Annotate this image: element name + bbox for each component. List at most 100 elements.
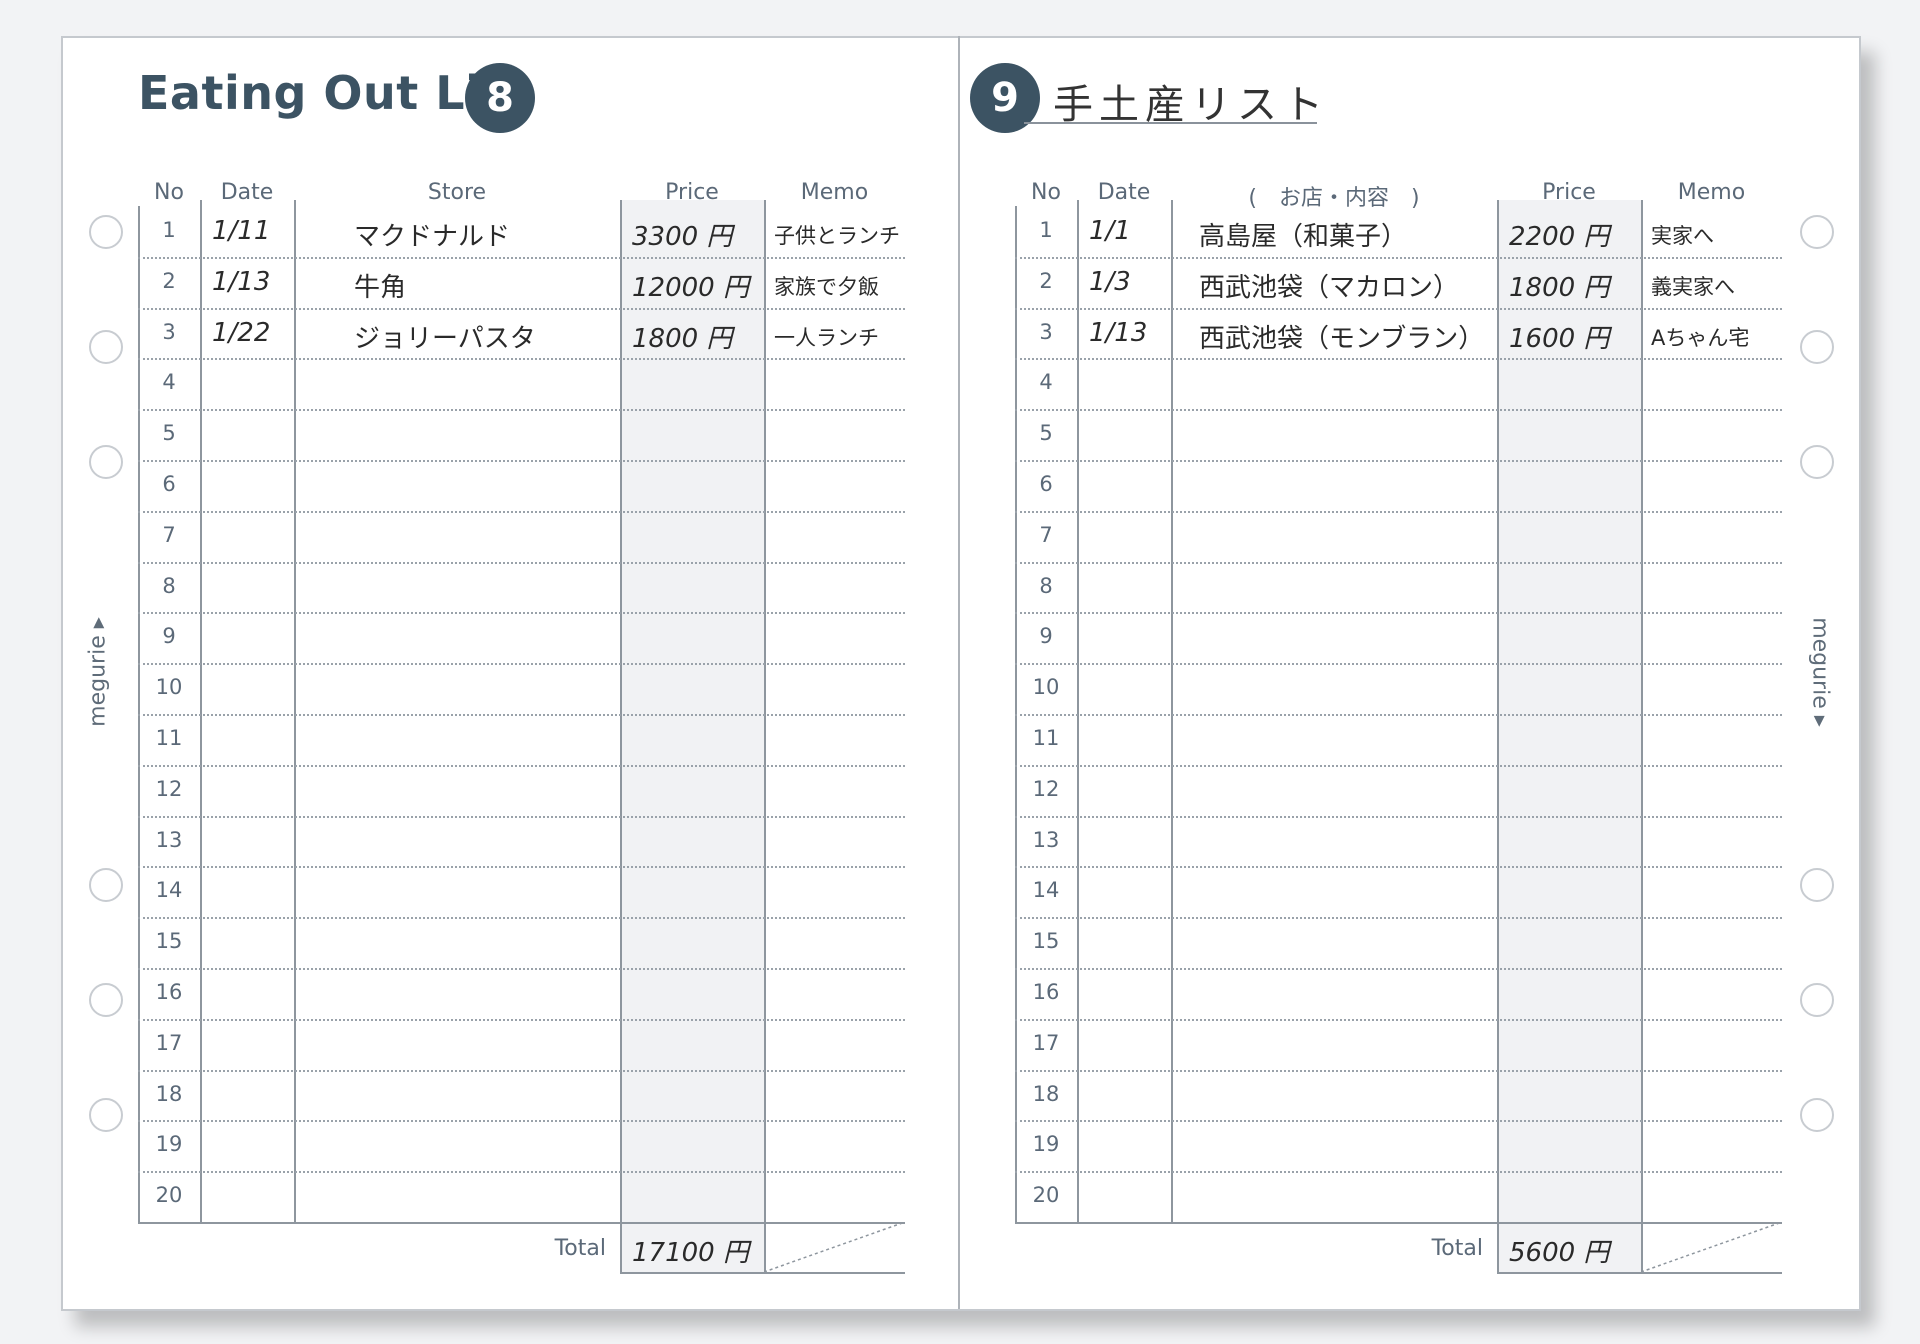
row-number: 5 [162, 421, 176, 446]
row-number: 13 [155, 827, 183, 852]
row-number: 3 [1039, 319, 1053, 344]
binder-hole [1800, 1098, 1834, 1132]
total-bottom-rule [1497, 1272, 1782, 1274]
total-label: Total [1431, 1236, 1483, 1261]
entry-store[interactable]: マクドナルド [354, 216, 650, 253]
row-rule [1015, 510, 1782, 513]
header-date: Date [220, 180, 274, 205]
total-label: Total [554, 1236, 606, 1261]
row-number: 17 [1032, 1030, 1060, 1055]
row-number: 20 [155, 1183, 183, 1208]
row-number: 6 [162, 472, 176, 496]
total-cell-border [1497, 1222, 1499, 1274]
row-rule [1015, 764, 1782, 767]
total-value[interactable]: 5600 円 [1509, 1232, 1609, 1269]
row-number: 8 [162, 573, 176, 598]
row-number: 13 [1032, 827, 1060, 852]
row-rule [1015, 917, 1782, 920]
entry-date[interactable]: 1/13 [212, 267, 270, 297]
entry-price[interactable]: 1800 円 [1509, 267, 1609, 304]
row-rule [1015, 815, 1782, 818]
row-number: 9 [162, 624, 176, 649]
entry-store[interactable]: 西武池袋（マカロン） [1199, 267, 1495, 304]
header-memo: Memo [1677, 180, 1746, 205]
entry-store[interactable]: 高島屋（和菓子） [1199, 216, 1495, 253]
entry-memo[interactable]: 一人ランチ [774, 322, 879, 352]
row-rule [138, 1120, 905, 1123]
binder-hole [1800, 983, 1834, 1017]
entry-price[interactable]: 2200 円 [1509, 216, 1609, 253]
row-rule [138, 612, 905, 615]
row-rule [138, 815, 905, 818]
entry-date[interactable]: 1/13 [1089, 318, 1147, 348]
entry-date[interactable]: 1/1 [1089, 216, 1131, 246]
row-rule [1015, 256, 1782, 259]
row-rule [1015, 714, 1782, 716]
row-rule [1015, 663, 1782, 666]
row-rule [1015, 561, 1782, 564]
binder-hole [1800, 445, 1834, 479]
binder-hole [89, 983, 123, 1017]
row-rule [138, 764, 905, 767]
row-rule [1015, 968, 1782, 970]
binder-hole [89, 445, 123, 479]
header-no: No [1031, 180, 1061, 205]
entry-memo[interactable]: 家族で夕飯 [774, 271, 879, 301]
row-number: 14 [1032, 878, 1060, 903]
row-rule [1015, 612, 1782, 615]
center-spine [958, 36, 960, 1309]
binder-hole [1800, 215, 1834, 249]
row-rule [138, 866, 905, 869]
row-number: 4 [162, 370, 176, 395]
row-number: 2 [1039, 268, 1053, 293]
row-number: 10 [155, 675, 183, 700]
total-cell-border [620, 1222, 622, 1274]
row-number: 11 [1032, 726, 1060, 750]
row-rule [138, 510, 905, 513]
entry-price[interactable]: 1600 円 [1509, 318, 1609, 355]
brand-label: megurie ▸ [1807, 617, 1833, 727]
entry-memo[interactable]: 子供とランチ [774, 220, 900, 250]
entry-date[interactable]: 1/3 [1089, 267, 1131, 297]
entry-store[interactable]: 西武池袋（モンブラン） [1199, 318, 1495, 355]
row-rule [138, 1171, 905, 1174]
row-rule [1015, 1018, 1782, 1021]
row-number: 7 [1039, 522, 1053, 547]
entry-date[interactable]: 1/22 [212, 318, 270, 348]
row-rule [138, 256, 905, 259]
total-value[interactable]: 17100 円 [632, 1232, 749, 1269]
entry-memo[interactable]: Aちゃん宅 [1651, 322, 1749, 352]
entry-store[interactable]: 牛角 [354, 267, 650, 304]
row-number: 12 [1032, 776, 1060, 801]
brand-label: megurie ▸ [85, 617, 111, 727]
row-number: 19 [1032, 1132, 1060, 1157]
entry-price[interactable]: 12000 円 [632, 267, 749, 304]
binder-hole [89, 330, 123, 364]
title-underline [1024, 122, 1317, 124]
row-number: 4 [1039, 370, 1053, 395]
row-rule [138, 460, 905, 462]
row-number: 1 [1039, 218, 1053, 242]
entry-price[interactable]: 3300 円 [632, 216, 732, 253]
memo-total-slash [763, 1221, 906, 1273]
entry-date[interactable]: 1/11 [212, 216, 270, 246]
column-divider [764, 200, 766, 1274]
row-rule [138, 714, 905, 716]
row-number: 16 [155, 980, 183, 1004]
entry-memo[interactable]: 義実家へ [1651, 271, 1735, 301]
entry-store[interactable]: ジョリーパスタ [354, 318, 650, 355]
entry-memo[interactable]: 実家へ [1651, 220, 1714, 250]
row-rule [138, 358, 905, 361]
row-rule [138, 409, 905, 412]
row-number: 9 [1039, 624, 1053, 649]
row-number: 2 [162, 268, 176, 293]
header-price: Price [665, 180, 719, 205]
row-number: 17 [155, 1030, 183, 1055]
row-number: 15 [1032, 929, 1060, 954]
entry-price[interactable]: 1800 円 [632, 318, 732, 355]
row-number: 19 [155, 1132, 183, 1157]
row-number: 7 [162, 522, 176, 547]
total-bottom-rule [620, 1272, 905, 1274]
row-rule [1015, 409, 1782, 412]
row-number: 1 [162, 218, 176, 242]
